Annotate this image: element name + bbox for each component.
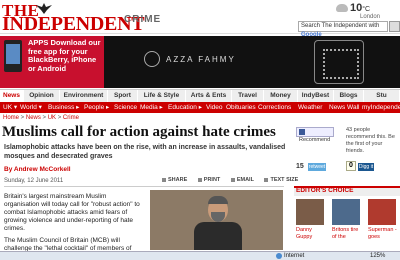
masthead: THE INDEPENDENT CRIME 10°C London Search… xyxy=(0,0,400,38)
breadcrumb: Home > News > UK > Crime xyxy=(3,115,79,121)
share-button[interactable]: SHARE xyxy=(162,177,187,183)
facebook-recommend-button[interactable]: Recommend xyxy=(296,127,334,143)
retweet-button[interactable]: retweet xyxy=(308,163,326,171)
subnav-media[interactable]: Media ▸ xyxy=(140,102,163,113)
recommend-label: Recommend xyxy=(299,137,331,143)
editors-choice-caption[interactable]: Superman - goes xyxy=(368,227,398,240)
email-icon xyxy=(230,177,235,182)
article-paragraph: Britain's largest mainstream Muslim orga… xyxy=(4,193,140,232)
editors-choice-caption[interactable]: Danny Guppy xyxy=(296,227,326,240)
subnav-obituaries[interactable]: Obituaries xyxy=(226,102,256,113)
facebook-icon xyxy=(299,128,305,135)
subnav-people[interactable]: People ▸ xyxy=(84,102,109,113)
editors-choice-thumb[interactable] xyxy=(332,199,360,225)
sub-nav: UK ▾ World ▾ Business ▸ People ▸ Science… xyxy=(0,102,400,113)
divider xyxy=(4,186,284,187)
section-title: CRIME xyxy=(124,14,162,25)
subnav-news-wall[interactable]: News Wall xyxy=(329,102,359,113)
photo-figure xyxy=(194,222,242,250)
article-headline: Muslims call for action against hate cri… xyxy=(2,124,276,140)
apps-advert[interactable]: APPS Download our free app for your Blac… xyxy=(0,36,104,88)
breadcrumb-separator: > xyxy=(19,115,26,121)
subnav-world[interactable]: World ▾ xyxy=(20,102,42,113)
editors-choice-title: EDITOR'S CHOICE xyxy=(296,187,354,194)
azza-logo-icon xyxy=(144,51,160,67)
browser-status-bar: Internet 125% xyxy=(0,251,400,260)
article-photo xyxy=(150,190,283,250)
weather-temp[interactable]: 10°C xyxy=(350,2,370,14)
editors-choice-thumb[interactable] xyxy=(368,199,396,225)
breadcrumb-home[interactable]: Home xyxy=(3,115,19,121)
digg-button[interactable]: Digg it xyxy=(358,163,374,171)
security-zone: Internet xyxy=(284,253,305,259)
weather-unit: °C xyxy=(362,6,371,13)
subnav-uk[interactable]: UK ▾ xyxy=(3,102,17,113)
search-placeholder: Search The Independent with xyxy=(301,23,380,29)
editors-choice-thumb[interactable] xyxy=(296,199,324,225)
search-input[interactable]: Search The Independent with Google xyxy=(298,21,388,38)
photo-hair xyxy=(208,196,228,204)
article-byline[interactable]: By Andrew McCorkell xyxy=(4,166,71,173)
digg-count: 0 xyxy=(346,161,356,171)
article-date: Sunday, 12 June 2011 xyxy=(4,178,64,184)
text-size-icon xyxy=(264,177,269,182)
subnav-myindependent[interactable]: myIndependent xyxy=(362,102,400,113)
share-icon xyxy=(162,177,166,182)
email-button[interactable]: EMAIL xyxy=(230,177,254,183)
subnav-education[interactable]: Education ▸ xyxy=(168,102,202,113)
search-button[interactable] xyxy=(389,21,400,32)
subnav-video[interactable]: Video xyxy=(206,102,223,113)
article-body: Britain's largest mainstream Muslim orga… xyxy=(4,193,142,260)
weather-location: London xyxy=(360,14,381,20)
breadcrumb-uk[interactable]: UK xyxy=(48,115,56,121)
tweet-count: 15 xyxy=(296,163,304,170)
subnav-business[interactable]: Business ▸ xyxy=(48,102,79,113)
globe-icon xyxy=(276,253,282,259)
print-label: PRINT xyxy=(203,177,221,183)
page: THE INDEPENDENT CRIME 10°C London Search… xyxy=(0,0,400,260)
text-size-label: TEXT SIZE xyxy=(270,177,299,183)
azza-advert-text: AZZA FAHMY xyxy=(166,55,236,64)
phone-icon xyxy=(4,40,22,72)
breadcrumb-news[interactable]: News xyxy=(26,115,41,121)
jewellery-image xyxy=(314,40,364,84)
subnav-corrections[interactable]: Corrections xyxy=(258,102,291,113)
apps-advert-text: APPS Download our free app for your Blac… xyxy=(28,38,101,73)
breadcrumb-crime[interactable]: Crime xyxy=(63,115,79,121)
article-standfirst: Islamophobic attacks have been on the ri… xyxy=(4,144,286,160)
print-icon xyxy=(197,177,202,182)
share-label: SHARE xyxy=(168,177,188,183)
facebook-recommend-count: 43 people recommend this. Be the first o… xyxy=(346,127,395,154)
zoom-level[interactable]: 125% xyxy=(370,253,385,259)
breadcrumb-separator: > xyxy=(56,115,63,121)
text-size-button[interactable]: TEXT SIZE xyxy=(264,177,298,183)
main-nav: News Opinion Environment Sport Life & St… xyxy=(0,89,400,103)
email-label: EMAIL xyxy=(236,177,254,183)
subnav-science[interactable]: Science xyxy=(114,102,137,113)
weather-temp-value: 10 xyxy=(350,2,363,14)
logo-independent: INDEPENDENT xyxy=(2,13,145,35)
article-tools: SHARE PRINT EMAIL TEXT SIZE xyxy=(162,177,307,183)
cloud-icon xyxy=(336,4,348,12)
subnav-weather[interactable]: Weather xyxy=(298,102,322,113)
breadcrumb-separator: > xyxy=(40,115,48,121)
print-button[interactable]: PRINT xyxy=(197,177,221,183)
editors-choice-caption[interactable]: Britons tire of the xyxy=(332,227,362,240)
azza-fahmy-advert[interactable]: AZZA FAHMY xyxy=(104,36,400,88)
